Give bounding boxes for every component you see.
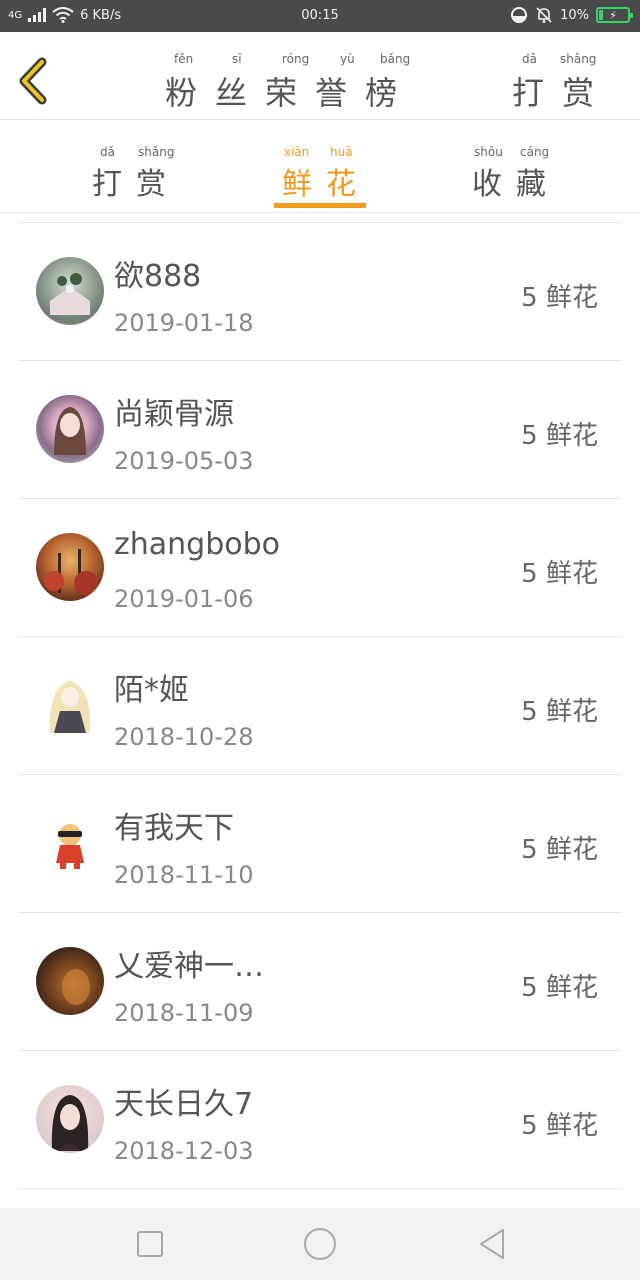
tab-flowers[interactable]: xiān huā 鲜花: [282, 145, 370, 203]
reward-pinyin-1: dǎ: [521, 52, 537, 66]
title-pinyin-4: yù: [340, 52, 355, 66]
flower-unit: 鲜花: [545, 697, 598, 727]
fan-name: 天长日久7: [114, 1087, 254, 1122]
flower-unit: 鲜花: [545, 421, 598, 451]
recent-apps-button[interactable]: [132, 1226, 168, 1262]
tab-flowers-pinyin-2: huā: [330, 145, 353, 159]
flower-count: 5 鲜花: [521, 1105, 598, 1142]
fan-list: 欲888 2019-01-18 5 鲜花 尚颖骨源 2019-05-03 5 鲜…: [18, 222, 622, 1189]
square-icon: [137, 1231, 163, 1257]
title-pinyin-5: bǎng: [380, 52, 411, 66]
tab-favorites-pinyin-1: shōu: [474, 145, 503, 159]
back-button[interactable]: [14, 56, 54, 106]
avatar: [36, 533, 104, 601]
anime-girl-avatar-icon: [54, 407, 86, 455]
fan-name: 乂爱神一…: [114, 949, 264, 984]
flower-count: 5 鲜花: [521, 691, 598, 728]
avatar: [36, 1085, 104, 1153]
fan-name: 有我天下: [114, 811, 234, 846]
list-item[interactable]: zhangbobo 2019-01-06 5 鲜花: [18, 499, 622, 637]
mute-bell-icon: [536, 7, 552, 23]
home-button[interactable]: [302, 1226, 338, 1262]
tab-bar: dǎ shǎng 打赏 xiān huā 鲜花 shōu cáng 收藏: [0, 121, 640, 213]
autumn-trees-avatar-icon: [44, 549, 98, 595]
list-item[interactable]: 陌*姬 2018-10-28 5 鲜花: [18, 637, 622, 775]
system-nav-bar: [0, 1208, 640, 1280]
title-pinyin-2: sī: [232, 52, 242, 66]
flower-unit: 鲜花: [545, 835, 598, 865]
list-item[interactable]: 乂爱神一… 2018-11-09 5 鲜花: [18, 913, 622, 1051]
avatar: [36, 947, 104, 1015]
battery-percent: 10%: [560, 7, 589, 23]
flower-count-value: 5: [521, 421, 538, 451]
doll-avatar-icon: [49, 681, 91, 733]
tab-reward[interactable]: dǎ shǎng 打赏: [92, 145, 180, 203]
flower-count: 5 鲜花: [521, 553, 598, 590]
fan-name: 尚颖骨源: [114, 397, 234, 432]
flower-count: 5 鲜花: [521, 277, 598, 314]
fan-date: 2018-12-03: [114, 1137, 254, 1165]
cartoon-character-avatar-icon: [56, 824, 84, 869]
reward-pinyin-2: shǎng: [559, 52, 597, 66]
title-pinyin-3: róng: [282, 52, 310, 66]
fan-name: 陌*姬: [114, 673, 189, 708]
dark-photo-avatar-icon: [62, 969, 90, 1005]
fan-name: zhangbobo: [114, 527, 280, 562]
flower-unit: 鲜花: [545, 283, 598, 313]
tab-favorites-pinyin-2: cáng: [520, 145, 550, 159]
flower-count-value: 5: [521, 283, 538, 313]
fan-date: 2019-01-18: [114, 309, 254, 337]
active-tab-indicator: [274, 203, 366, 208]
list-item[interactable]: 欲888 2019-01-18 5 鲜花: [18, 223, 622, 361]
back-nav-button[interactable]: [474, 1226, 510, 1262]
fan-date: 2018-11-10: [114, 861, 254, 889]
fan-date: 2019-05-03: [114, 447, 254, 475]
tab-reward-pinyin-2: shǎng: [138, 145, 175, 159]
fan-date: 2019-01-06: [114, 585, 254, 613]
flower-unit: 鲜花: [545, 559, 598, 589]
tab-flowers-pinyin-1: xiān: [284, 145, 310, 159]
app-header: fěn sī róng yù bǎng 粉丝荣誉榜 dǎ shǎng 打赏: [0, 32, 640, 120]
flower-count-value: 5: [521, 835, 538, 865]
data-saver-icon: [511, 7, 528, 23]
status-right: 10% ⚡: [510, 6, 633, 24]
flower-count-value: 5: [521, 697, 538, 727]
flower-count: 5 鲜花: [521, 967, 598, 1004]
avatar: [36, 671, 104, 739]
list-item[interactable]: 天长日久7 2018-12-03 5 鲜花: [18, 1051, 622, 1189]
reward-link[interactable]: dǎ shǎng 打赏: [512, 52, 612, 114]
tab-favorites[interactable]: shōu cáng 收藏: [472, 145, 560, 203]
flower-count: 5 鲜花: [521, 415, 598, 452]
flower-count-value: 5: [521, 973, 538, 1003]
battery-icon: ⚡: [596, 7, 633, 23]
tab-reward-pinyin-1: dǎ: [100, 145, 115, 159]
flower-count-value: 5: [521, 559, 538, 589]
avatar: [36, 809, 104, 877]
status-bar: 4G 6 KB/s 00:15 10% ⚡: [0, 0, 640, 32]
chevron-left-icon: [19, 57, 47, 105]
flower-unit: 鲜花: [545, 973, 598, 1003]
triangle-back-icon: [480, 1229, 504, 1259]
page-title: fěn sī róng yù bǎng 粉丝荣誉榜: [160, 52, 420, 114]
title-pinyin-1: fěn: [174, 52, 194, 66]
flower-count-value: 5: [521, 1111, 538, 1141]
flower-unit: 鲜花: [545, 1111, 598, 1141]
avatar: [36, 395, 104, 463]
fan-name: 欲888: [114, 259, 202, 294]
list-item[interactable]: 尚颖骨源 2019-05-03 5 鲜花: [18, 361, 622, 499]
flowers-photo-avatar-icon: [50, 273, 90, 315]
girl-portrait-avatar-icon: [51, 1095, 89, 1151]
fan-date: 2018-10-28: [114, 723, 254, 751]
avatar: [36, 257, 104, 325]
fan-date: 2018-11-09: [114, 999, 254, 1027]
circle-icon: [304, 1228, 336, 1260]
list-item[interactable]: 有我天下 2018-11-10 5 鲜花: [18, 775, 622, 913]
flower-count: 5 鲜花: [521, 829, 598, 866]
